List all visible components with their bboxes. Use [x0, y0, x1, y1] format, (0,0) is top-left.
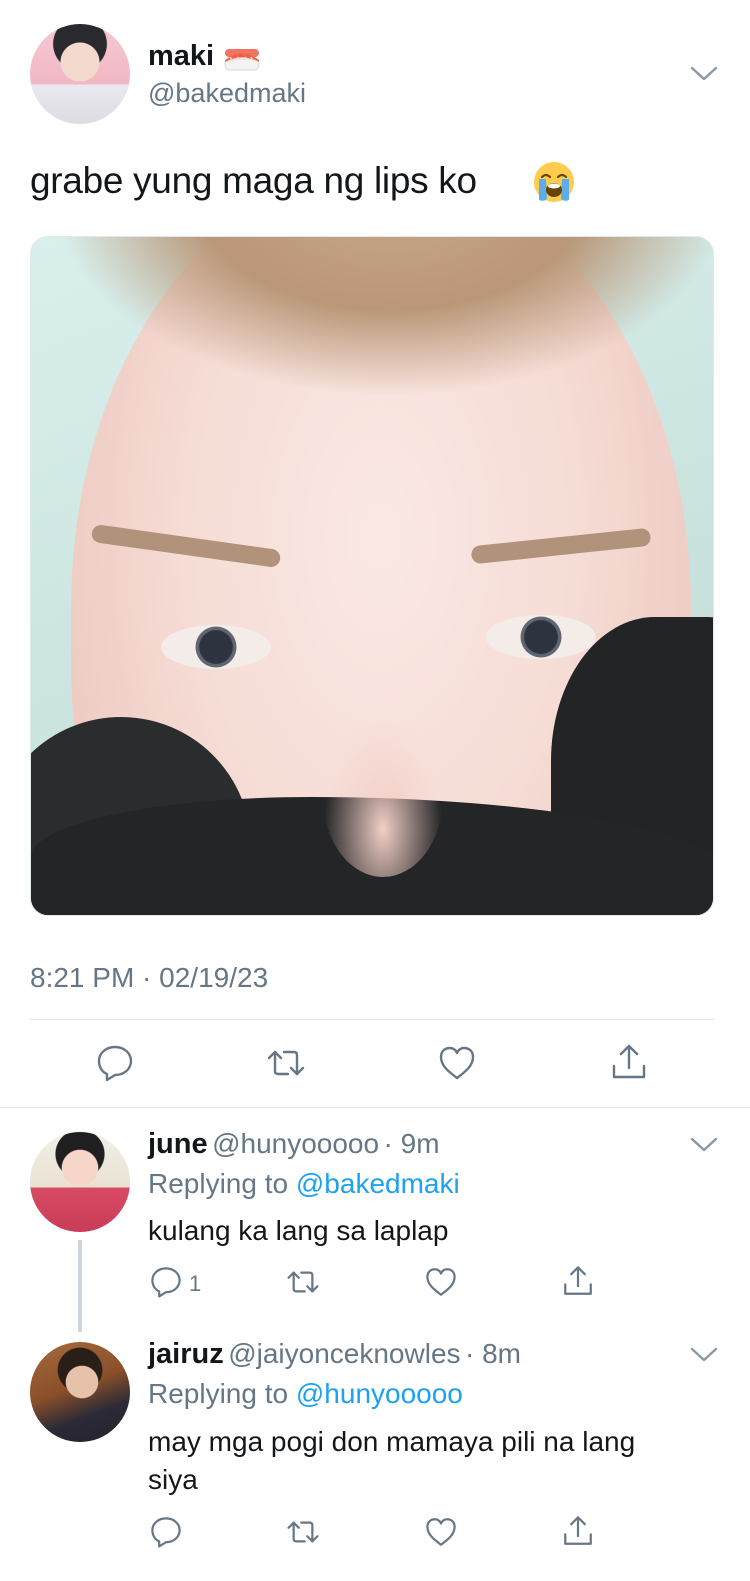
- reply-icon[interactable]: [149, 1515, 183, 1549]
- chevron-down-icon[interactable]: [690, 1136, 718, 1154]
- reply-display-name[interactable]: june: [148, 1128, 208, 1160]
- reply-text-line: siya: [148, 1464, 198, 1495]
- avatar[interactable]: [30, 1342, 130, 1442]
- reply-header: june @hunyooooo · 9m: [148, 1128, 440, 1161]
- reply-count: 1: [189, 1271, 202, 1296]
- chevron-down-icon[interactable]: [690, 1346, 718, 1364]
- reply-icon[interactable]: [95, 1043, 135, 1083]
- retweet-icon[interactable]: [286, 1265, 320, 1299]
- replying-to-label: Replying to: [148, 1168, 289, 1199]
- chevron-down-icon[interactable]: [690, 65, 718, 83]
- avatar[interactable]: [30, 1132, 130, 1232]
- retweet-icon[interactable]: [286, 1515, 320, 1549]
- reply-display-name[interactable]: jairuz: [148, 1338, 224, 1370]
- reply-time: · 9m: [383, 1128, 440, 1159]
- loudly-crying-face-icon: [534, 162, 574, 202]
- thread-line: [78, 1240, 82, 1332]
- reply-handle[interactable]: @hunyooooo: [212, 1128, 379, 1159]
- sushi-icon: [224, 49, 260, 71]
- replying-to: Replying to @hunyooooo: [148, 1378, 463, 1410]
- display-name[interactable]: maki: [148, 40, 214, 73]
- share-icon[interactable]: [561, 1264, 595, 1298]
- avatar[interactable]: [30, 24, 130, 124]
- replying-to: Replying to @bakedmaki: [148, 1168, 460, 1200]
- like-icon[interactable]: [437, 1043, 477, 1083]
- replying-to-link[interactable]: @bakedmaki: [296, 1168, 460, 1199]
- divider: [0, 1107, 750, 1108]
- retweet-icon[interactable]: [266, 1043, 306, 1083]
- share-icon[interactable]: [609, 1042, 649, 1082]
- handle[interactable]: @bakedmaki: [148, 78, 306, 109]
- divider: [30, 1019, 714, 1020]
- like-icon[interactable]: [424, 1515, 458, 1549]
- replying-to-label: Replying to: [148, 1378, 289, 1409]
- tweet-text: grabe yung maga ng lips ko: [30, 160, 477, 201]
- replying-to-link[interactable]: @hunyooooo: [296, 1378, 463, 1409]
- reply-time: · 8m: [464, 1338, 521, 1369]
- reply-icon[interactable]: [149, 1265, 183, 1299]
- reply-handle[interactable]: @jaiyonceknowles: [228, 1338, 460, 1369]
- reply-text: kulang ka lang sa laplap: [148, 1215, 449, 1246]
- like-icon[interactable]: [424, 1265, 458, 1299]
- tweet-timestamp: 8:21 PM · 02/19/23: [30, 962, 269, 993]
- reply-header: jairuz @jaiyonceknowles · 8m: [148, 1338, 521, 1371]
- reply-text-line: may mga pogi don mamaya pili na lang: [148, 1426, 636, 1457]
- share-icon[interactable]: [561, 1514, 595, 1548]
- tweet-photo[interactable]: [30, 236, 714, 916]
